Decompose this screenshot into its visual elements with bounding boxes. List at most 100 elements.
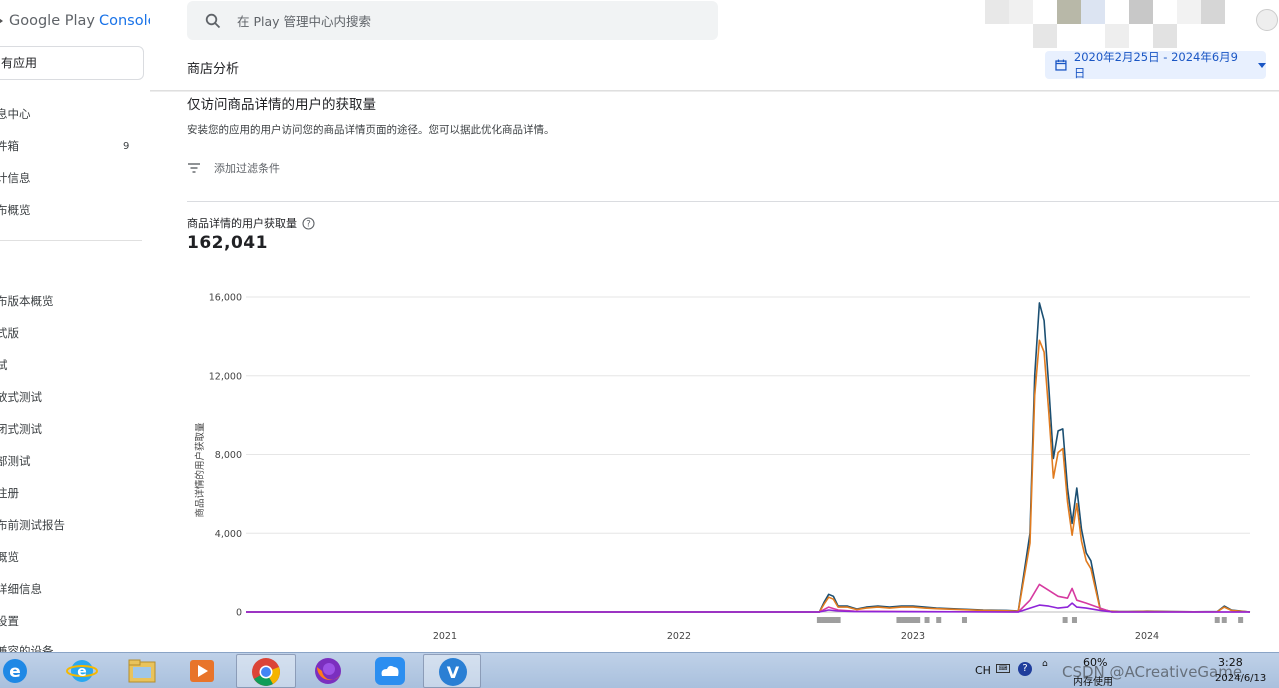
start-button[interactable]: e xyxy=(0,654,34,688)
taskbar-v-app[interactable]: V xyxy=(423,654,481,688)
help-icon[interactable]: ? xyxy=(302,216,315,230)
chart-annotation-marker[interactable] xyxy=(816,617,822,623)
chart-annotation-marker[interactable] xyxy=(821,617,827,623)
taskbar-media-player[interactable] xyxy=(182,654,222,688)
chart-x-tick-label: 2024 xyxy=(1135,631,1159,642)
sidebar-divider xyxy=(0,240,142,241)
sidebar-item-production[interactable]: 式版 xyxy=(0,324,19,342)
sidebar-item-open-testing[interactable]: 放式测试 xyxy=(0,388,42,406)
chart-annotation-marker[interactable] xyxy=(910,617,916,623)
sidebar-item-release-overview[interactable]: 布版本概览 xyxy=(0,292,54,310)
sidebar-item-details[interactable]: 详细信息 xyxy=(0,580,42,598)
folder-icon xyxy=(128,659,156,683)
taskbar-chrome[interactable] xyxy=(236,654,296,688)
chart-y-tick-label: 8,000 xyxy=(215,450,242,461)
svg-text:?: ? xyxy=(306,219,311,229)
chart-series-line-pink xyxy=(246,583,1250,613)
chart-annotation-marker[interactable] xyxy=(961,617,967,623)
windows-taskbar: e e V CH ⌨ ? ⌂ 60% 内存使用 CSDN @ACreativeG… xyxy=(0,652,1279,688)
taskbar-file-explorer[interactable] xyxy=(122,654,162,688)
chart-series xyxy=(246,302,1251,613)
sidebar-item-mailbox[interactable]: 件箱 xyxy=(0,137,19,155)
section-title: 仅访问商品详情的用户的获取量 xyxy=(187,97,376,113)
search-bar[interactable]: 在 Play 管理中心内搜索 xyxy=(187,1,718,40)
chart-y-tick-label: 4,000 xyxy=(215,529,242,540)
metric-label: 商品详情的用户获取量 ? xyxy=(187,215,315,231)
ie-start-icon: e xyxy=(3,659,27,683)
taskbar-cloud-app[interactable] xyxy=(370,654,410,688)
svg-text:e: e xyxy=(77,664,87,680)
taskbar-internet-explorer[interactable]: e xyxy=(62,654,102,688)
sidebar-item-testing[interactable]: 试 xyxy=(0,356,8,374)
acquisition-line-chart: 16,000 12,000 8,000 4,000 0 2021 2022 2023 2024… xyxy=(194,293,1251,642)
chart-annotation-marker[interactable] xyxy=(915,617,921,623)
logo-console-text: Console xyxy=(98,13,150,29)
header-divider xyxy=(150,90,1279,92)
sidebar: Google Play Console 有应用 息中心 件箱 9 计信息 布概览… xyxy=(0,0,150,652)
chart-annotation-marker[interactable] xyxy=(896,617,902,623)
input-language-indicator[interactable]: CH xyxy=(975,664,991,677)
internet-explorer-icon: e xyxy=(66,660,98,682)
chart-annotation-marker[interactable] xyxy=(1071,617,1077,623)
sidebar-item-publishing-overview[interactable]: 布概览 xyxy=(0,201,31,219)
taskbar-firefox[interactable] xyxy=(308,654,348,688)
chart-annotation-marker[interactable] xyxy=(905,617,911,623)
keyboard-icon[interactable]: ⌨ xyxy=(996,664,1010,673)
tray-expand-icon[interactable]: ⌂ xyxy=(1042,659,1048,669)
sidebar-item-pre-registration[interactable]: 注册 xyxy=(0,484,19,502)
chart-annotation-marker[interactable] xyxy=(901,617,907,623)
chrome-icon xyxy=(252,658,280,686)
chart-series-line-navy xyxy=(246,302,1251,613)
svg-text:V: V xyxy=(447,663,460,682)
window-corner-icon[interactable] xyxy=(1256,9,1278,31)
account-area-blurred[interactable] xyxy=(985,0,1265,48)
chart-annotation-marker[interactable] xyxy=(1238,617,1244,623)
chart-annotation-marker[interactable] xyxy=(936,617,942,623)
chart-annotation-marker[interactable] xyxy=(835,617,841,623)
firefox-icon xyxy=(315,658,341,684)
system-tray: CH ⌨ ? ⌂ 60% 内存使用 CSDN @ACreativeGame 3:… xyxy=(970,653,1279,688)
clock-date[interactable]: 2024/6/13 xyxy=(1215,673,1266,684)
chart-x-ticks: 2021 2022 2023 2024 xyxy=(433,631,1159,642)
clock-time[interactable]: 3:28 xyxy=(1218,656,1243,669)
chart-annotation-marker[interactable] xyxy=(826,617,832,623)
section-description: 安装您的应用的用户访问您的商品详情页面的途径。您可以据此优化商品详情。 xyxy=(187,124,555,136)
sidebar-item-internal-testing[interactable]: 部测试 xyxy=(0,452,31,470)
metric-label-text: 商品详情的用户获取量 xyxy=(187,217,297,230)
help-tray-icon[interactable]: ? xyxy=(1018,662,1032,676)
logo-google-play-text: Google Play xyxy=(9,13,95,29)
google-play-console-logo[interactable]: Google Play Console xyxy=(0,10,150,32)
chart-annotation-markers[interactable] xyxy=(816,617,1244,623)
date-range-picker[interactable]: 2020年2月25日 - 2024年6月9日 xyxy=(1045,50,1266,80)
sidebar-item-settings[interactable]: 设置 xyxy=(0,612,19,630)
sidebar-item-device-catalog[interactable]: 兼容的设备 xyxy=(0,642,54,652)
svg-text:e: e xyxy=(9,662,21,682)
add-filter-button[interactable]: 添加过滤条件 xyxy=(187,160,280,176)
chart-series-line-orange xyxy=(246,339,1251,613)
search-placeholder: 在 Play 管理中心内搜索 xyxy=(237,14,372,29)
sidebar-item-pre-launch-report[interactable]: 布前测试报告 xyxy=(0,516,65,534)
search-icon xyxy=(205,13,221,28)
sidebar-item-inbox-center[interactable]: 息中心 xyxy=(0,105,31,123)
chart-annotation-marker[interactable] xyxy=(924,617,930,623)
chart-y-tick-label: 16,000 xyxy=(209,293,242,304)
sidebar-item-overview[interactable]: 概览 xyxy=(0,548,19,566)
add-filter-label: 添加过滤条件 xyxy=(214,162,280,175)
chart-x-tick-label: 2022 xyxy=(667,631,691,642)
chart-y-tick-label: 12,000 xyxy=(209,371,242,382)
chart-annotation-marker[interactable] xyxy=(1221,617,1227,623)
v-app-icon: V xyxy=(439,658,467,686)
chart-annotation-marker[interactable] xyxy=(1214,617,1220,623)
filter-icon xyxy=(188,163,200,173)
metric-value: 162,041 xyxy=(187,233,268,253)
sidebar-item-closed-testing[interactable]: 闭式测试 xyxy=(0,420,42,438)
page-title: 商店分析 xyxy=(187,62,240,77)
chart-y-ticks: 16,000 12,000 8,000 4,000 0 xyxy=(209,293,242,619)
dropdown-arrow-icon xyxy=(1258,62,1266,68)
app-selector[interactable]: 有应用 xyxy=(0,46,144,80)
play-logo-icon xyxy=(0,16,3,26)
date-range-text: 2020年2月25日 - 2024年6月9日 xyxy=(1073,50,1238,80)
chart-annotation-marker[interactable] xyxy=(830,617,836,623)
chart-annotation-marker[interactable] xyxy=(1062,617,1068,623)
sidebar-item-statistics[interactable]: 计信息 xyxy=(0,169,31,187)
